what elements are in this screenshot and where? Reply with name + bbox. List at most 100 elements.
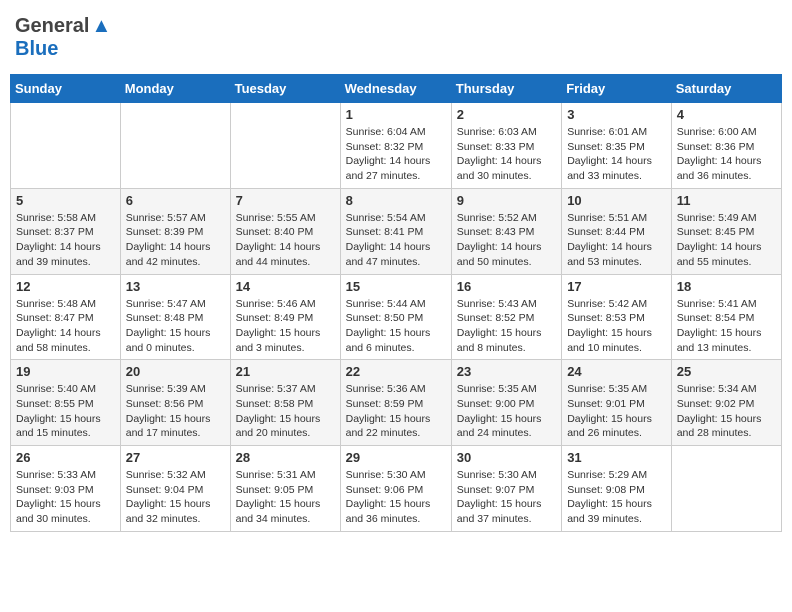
calendar-cell: 6 Sunrise: 5:57 AM Sunset: 8:39 PM Daylig… bbox=[120, 188, 230, 274]
calendar-cell bbox=[120, 103, 230, 189]
day-info: Sunrise: 5:55 AM Sunset: 8:40 PM Dayligh… bbox=[236, 211, 335, 270]
weekday-header-row: SundayMondayTuesdayWednesdayThursdayFrid… bbox=[11, 75, 782, 103]
weekday-header-thursday: Thursday bbox=[451, 75, 561, 103]
logo: General ▲ Blue bbox=[15, 15, 111, 61]
day-number: 8 bbox=[346, 193, 446, 208]
calendar-cell: 10 Sunrise: 5:51 AM Sunset: 8:44 PM Dayli… bbox=[562, 188, 672, 274]
calendar-cell: 24 Sunrise: 5:35 AM Sunset: 9:01 PM Dayli… bbox=[562, 360, 672, 446]
day-info: Sunrise: 5:36 AM Sunset: 8:59 PM Dayligh… bbox=[346, 382, 446, 441]
day-info: Sunrise: 6:01 AM Sunset: 8:35 PM Dayligh… bbox=[567, 125, 666, 184]
calendar-week-row: 1 Sunrise: 6:04 AM Sunset: 8:32 PM Daylig… bbox=[11, 103, 782, 189]
day-info: Sunrise: 5:30 AM Sunset: 9:07 PM Dayligh… bbox=[457, 468, 556, 527]
calendar-cell: 29Sunrise: 5:30 AM Sunset: 9:06 PM Dayli… bbox=[340, 446, 451, 532]
weekday-header-tuesday: Tuesday bbox=[230, 75, 340, 103]
day-number: 17 bbox=[567, 279, 666, 294]
calendar-cell: 27Sunrise: 5:32 AM Sunset: 9:04 PM Dayli… bbox=[120, 446, 230, 532]
day-info: Sunrise: 5:57 AM Sunset: 8:39 PM Dayligh… bbox=[126, 211, 225, 270]
day-number: 10 bbox=[567, 193, 666, 208]
page-header: General ▲ Blue bbox=[10, 10, 782, 66]
day-number: 21 bbox=[236, 364, 335, 379]
day-info: Sunrise: 5:51 AM Sunset: 8:44 PM Dayligh… bbox=[567, 211, 666, 270]
day-number: 15 bbox=[346, 279, 446, 294]
calendar-week-row: 19 Sunrise: 5:40 AM Sunset: 8:55 PM Dayli… bbox=[11, 360, 782, 446]
calendar-cell: 4 Sunrise: 6:00 AM Sunset: 8:36 PM Daylig… bbox=[671, 103, 781, 189]
day-number: 2 bbox=[457, 107, 556, 122]
weekday-header-friday: Friday bbox=[562, 75, 672, 103]
calendar-cell bbox=[230, 103, 340, 189]
weekday-header-monday: Monday bbox=[120, 75, 230, 103]
calendar-cell: 15 Sunrise: 5:44 AM Sunset: 8:50 PM Dayli… bbox=[340, 274, 451, 360]
calendar-cell: 11 Sunrise: 5:49 AM Sunset: 8:45 PM Dayli… bbox=[671, 188, 781, 274]
calendar-cell: 20 Sunrise: 5:39 AM Sunset: 8:56 PM Dayli… bbox=[120, 360, 230, 446]
calendar-cell bbox=[671, 446, 781, 532]
day-number: 18 bbox=[677, 279, 776, 294]
day-number: 25 bbox=[677, 364, 776, 379]
day-info: Sunrise: 5:46 AM Sunset: 8:49 PM Dayligh… bbox=[236, 297, 335, 356]
day-info: Sunrise: 6:03 AM Sunset: 8:33 PM Dayligh… bbox=[457, 125, 556, 184]
calendar-week-row: 5 Sunrise: 5:58 AM Sunset: 8:37 PM Daylig… bbox=[11, 188, 782, 274]
logo-general-text: General bbox=[15, 15, 89, 38]
day-number: 23 bbox=[457, 364, 556, 379]
logo-icon: ▲ bbox=[91, 15, 111, 38]
day-number: 3 bbox=[567, 107, 666, 122]
day-info: Sunrise: 5:39 AM Sunset: 8:56 PM Dayligh… bbox=[126, 382, 225, 441]
calendar-cell: 8Sunrise: 5:54 AM Sunset: 8:41 PM Daylig… bbox=[340, 188, 451, 274]
calendar-cell: 21Sunrise: 5:37 AM Sunset: 8:58 PM Dayli… bbox=[230, 360, 340, 446]
calendar-cell: 28 Sunrise: 5:31 AM Sunset: 9:05 PM Dayli… bbox=[230, 446, 340, 532]
day-info: Sunrise: 6:04 AM Sunset: 8:32 PM Dayligh… bbox=[346, 125, 446, 184]
calendar-cell: 12Sunrise: 5:48 AM Sunset: 8:47 PM Dayli… bbox=[11, 274, 121, 360]
day-number: 16 bbox=[457, 279, 556, 294]
calendar-cell: 22 Sunrise: 5:36 AM Sunset: 8:59 PM Dayli… bbox=[340, 360, 451, 446]
calendar-cell: 3 Sunrise: 6:01 AM Sunset: 8:35 PM Daylig… bbox=[562, 103, 672, 189]
day-info: Sunrise: 5:35 AM Sunset: 9:01 PM Dayligh… bbox=[567, 382, 666, 441]
day-info: Sunrise: 5:33 AM Sunset: 9:03 PM Dayligh… bbox=[16, 468, 115, 527]
weekday-header-saturday: Saturday bbox=[671, 75, 781, 103]
day-info: Sunrise: 5:58 AM Sunset: 8:37 PM Dayligh… bbox=[16, 211, 115, 270]
day-info: Sunrise: 5:42 AM Sunset: 8:53 PM Dayligh… bbox=[567, 297, 666, 356]
calendar-cell: 13Sunrise: 5:47 AM Sunset: 8:48 PM Dayli… bbox=[120, 274, 230, 360]
day-info: Sunrise: 5:43 AM Sunset: 8:52 PM Dayligh… bbox=[457, 297, 556, 356]
day-info: Sunrise: 5:40 AM Sunset: 8:55 PM Dayligh… bbox=[16, 382, 115, 441]
day-number: 11 bbox=[677, 193, 776, 208]
calendar-table: SundayMondayTuesdayWednesdayThursdayFrid… bbox=[10, 74, 782, 532]
day-info: Sunrise: 5:52 AM Sunset: 8:43 PM Dayligh… bbox=[457, 211, 556, 270]
calendar-cell: 26 Sunrise: 5:33 AM Sunset: 9:03 PM Dayli… bbox=[11, 446, 121, 532]
weekday-header-sunday: Sunday bbox=[11, 75, 121, 103]
weekday-header-wednesday: Wednesday bbox=[340, 75, 451, 103]
day-info: Sunrise: 5:31 AM Sunset: 9:05 PM Dayligh… bbox=[236, 468, 335, 527]
day-info: Sunrise: 5:41 AM Sunset: 8:54 PM Dayligh… bbox=[677, 297, 776, 356]
calendar-cell: 9Sunrise: 5:52 AM Sunset: 8:43 PM Daylig… bbox=[451, 188, 561, 274]
calendar-cell: 16 Sunrise: 5:43 AM Sunset: 8:52 PM Dayli… bbox=[451, 274, 561, 360]
day-info: Sunrise: 5:48 AM Sunset: 8:47 PM Dayligh… bbox=[16, 297, 115, 356]
day-number: 31 bbox=[567, 450, 666, 465]
day-number: 22 bbox=[346, 364, 446, 379]
day-number: 24 bbox=[567, 364, 666, 379]
calendar-cell: 7 Sunrise: 5:55 AM Sunset: 8:40 PM Daylig… bbox=[230, 188, 340, 274]
day-number: 4 bbox=[677, 107, 776, 122]
day-info: Sunrise: 5:32 AM Sunset: 9:04 PM Dayligh… bbox=[126, 468, 225, 527]
calendar-cell: 17 Sunrise: 5:42 AM Sunset: 8:53 PM Dayli… bbox=[562, 274, 672, 360]
calendar-cell: 31Sunrise: 5:29 AM Sunset: 9:08 PM Dayli… bbox=[562, 446, 672, 532]
day-info: Sunrise: 5:49 AM Sunset: 8:45 PM Dayligh… bbox=[677, 211, 776, 270]
day-info: Sunrise: 6:00 AM Sunset: 8:36 PM Dayligh… bbox=[677, 125, 776, 184]
day-number: 14 bbox=[236, 279, 335, 294]
calendar-cell: 23Sunrise: 5:35 AM Sunset: 9:00 PM Dayli… bbox=[451, 360, 561, 446]
day-number: 26 bbox=[16, 450, 115, 465]
day-number: 7 bbox=[236, 193, 335, 208]
day-info: Sunrise: 5:34 AM Sunset: 9:02 PM Dayligh… bbox=[677, 382, 776, 441]
calendar-cell: 25 Sunrise: 5:34 AM Sunset: 9:02 PM Dayli… bbox=[671, 360, 781, 446]
calendar-cell: 30Sunrise: 5:30 AM Sunset: 9:07 PM Dayli… bbox=[451, 446, 561, 532]
day-number: 20 bbox=[126, 364, 225, 379]
day-number: 1 bbox=[346, 107, 446, 122]
day-number: 13 bbox=[126, 279, 225, 294]
day-info: Sunrise: 5:44 AM Sunset: 8:50 PM Dayligh… bbox=[346, 297, 446, 356]
calendar-week-row: 26 Sunrise: 5:33 AM Sunset: 9:03 PM Dayli… bbox=[11, 446, 782, 532]
day-number: 29 bbox=[346, 450, 446, 465]
day-number: 5 bbox=[16, 193, 115, 208]
day-number: 6 bbox=[126, 193, 225, 208]
logo-blue-text: Blue bbox=[15, 38, 58, 60]
calendar-cell: 5 Sunrise: 5:58 AM Sunset: 8:37 PM Daylig… bbox=[11, 188, 121, 274]
day-number: 19 bbox=[16, 364, 115, 379]
day-number: 28 bbox=[236, 450, 335, 465]
calendar-cell: 18 Sunrise: 5:41 AM Sunset: 8:54 PM Dayli… bbox=[671, 274, 781, 360]
